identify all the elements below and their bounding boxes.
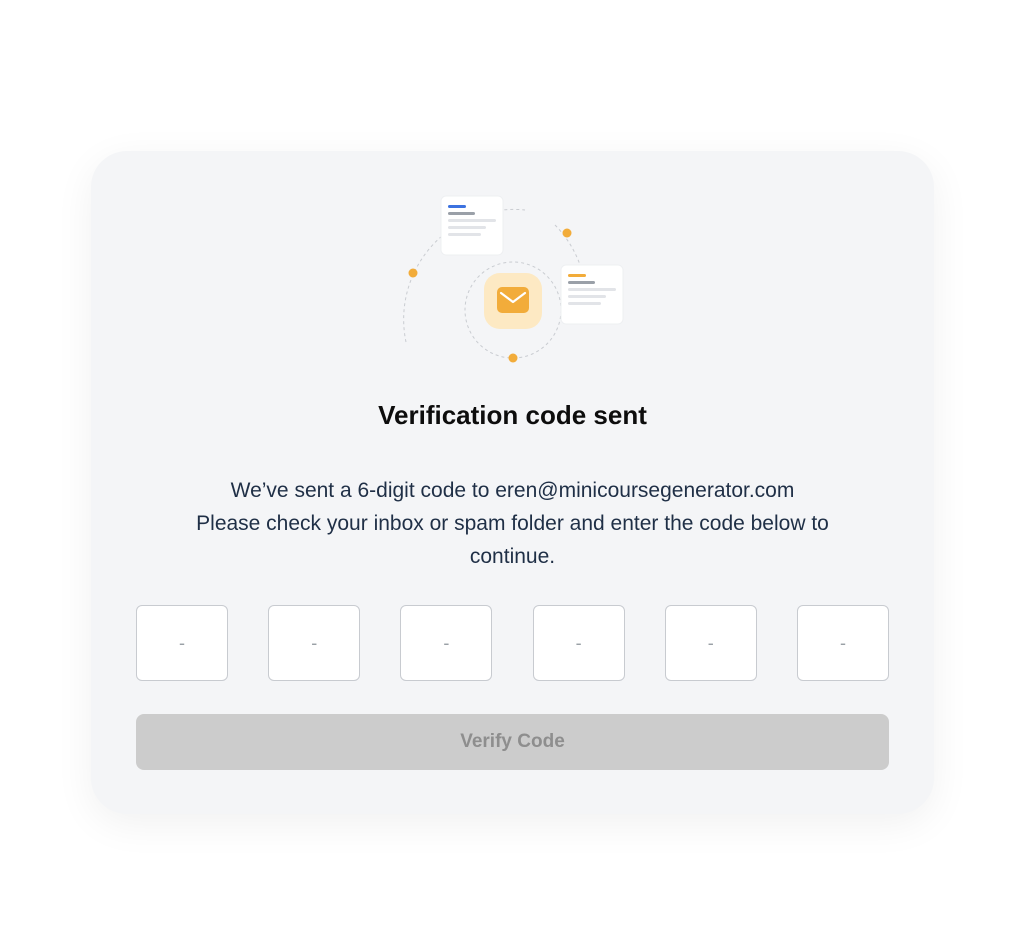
- code-input-group: [136, 605, 889, 681]
- instruction-line: Please check your inbox or spam folder a…: [196, 512, 829, 535]
- email-sent-illustration: [403, 195, 624, 363]
- code-digit-6-input[interactable]: [796, 605, 889, 681]
- verify-code-button[interactable]: Verify Code: [136, 714, 889, 770]
- sent-to-line: We’ve sent a 6-digit code to eren@minico…: [230, 479, 795, 502]
- envelope-icon: [484, 273, 542, 329]
- document-card-icon: [560, 264, 624, 325]
- code-digit-2-input[interactable]: [268, 605, 361, 681]
- code-digit-3-input[interactable]: [400, 605, 493, 681]
- document-card-icon: [440, 195, 504, 256]
- page-title: Verification code sent: [378, 400, 647, 430]
- code-digit-1-input[interactable]: [136, 605, 228, 681]
- instruction-text: We’ve sent a 6-digit code to eren@minico…: [150, 474, 875, 573]
- orbit-dot-bottom: [508, 353, 518, 363]
- orbit-dot-top: [562, 228, 572, 238]
- orbit-dot-left: [408, 268, 418, 278]
- code-digit-4-input[interactable]: [532, 605, 625, 681]
- code-digit-5-input[interactable]: [664, 605, 757, 681]
- instruction-line-end: continue.: [469, 545, 556, 568]
